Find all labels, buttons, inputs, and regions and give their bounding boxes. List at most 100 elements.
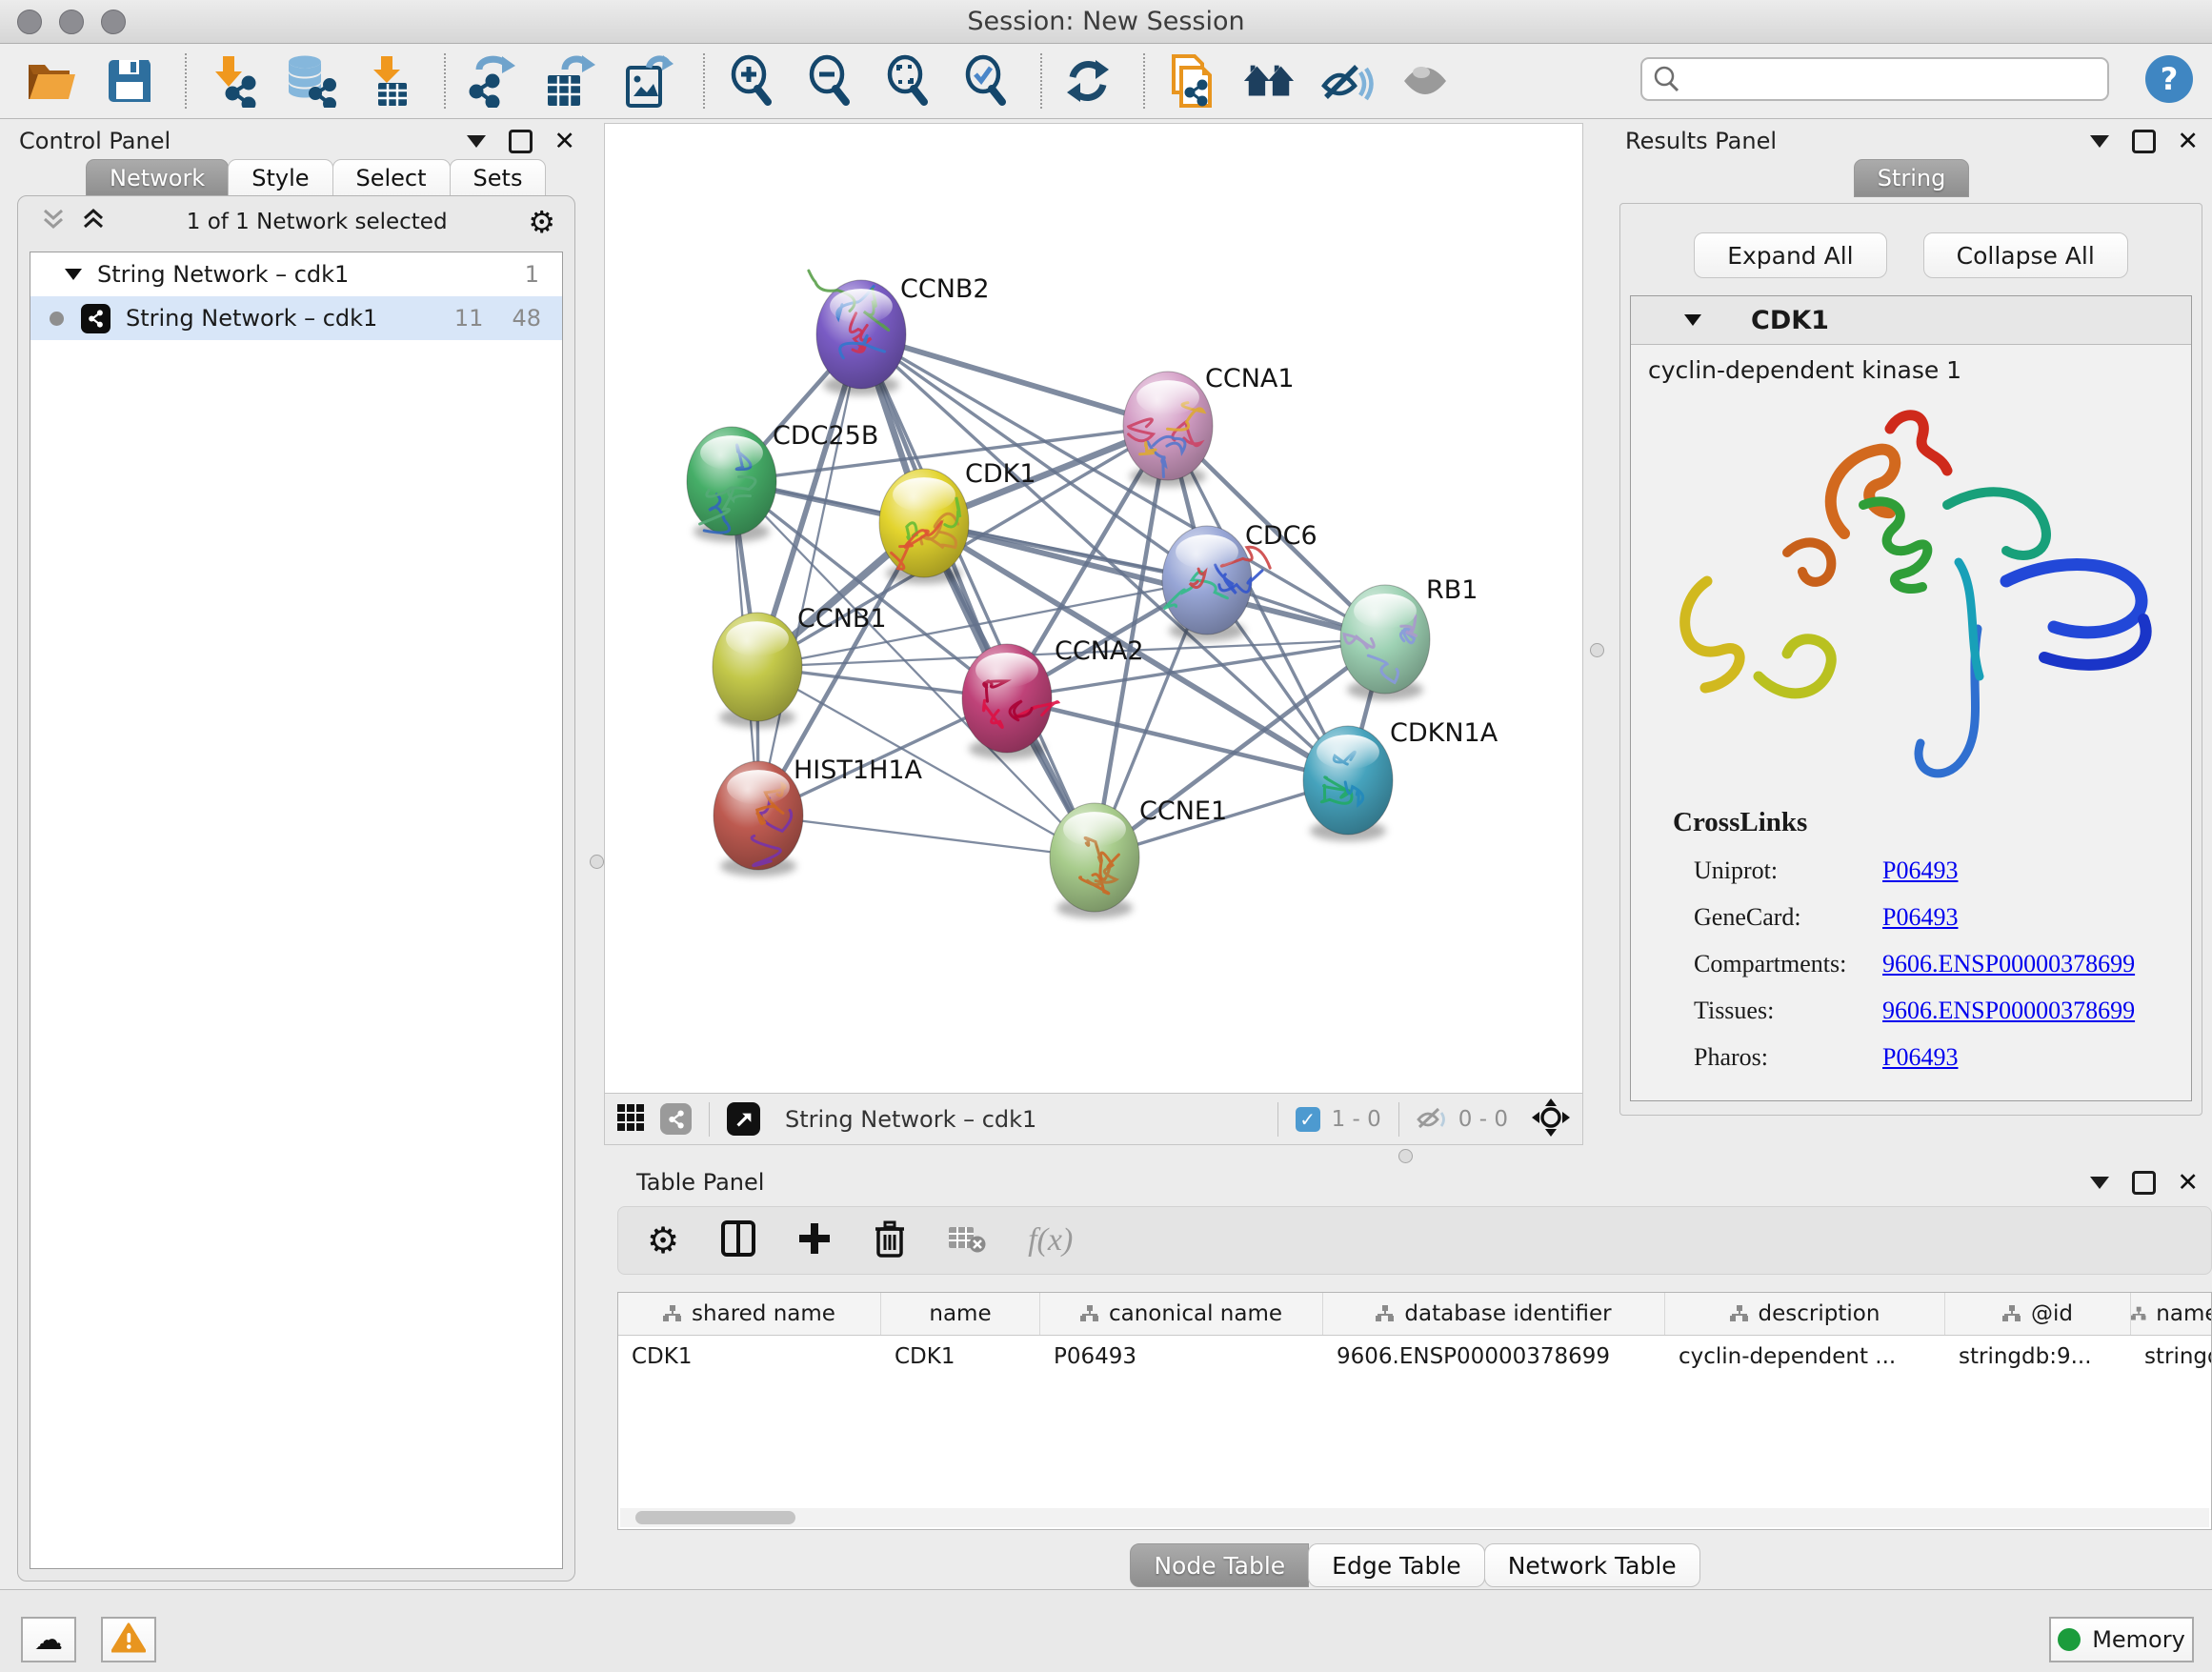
network-node-rb1[interactable]: RB1 — [1340, 575, 1478, 700]
network-node-cdkn1a[interactable]: CDKN1A — [1303, 718, 1498, 841]
column-header[interactable]: canonical name — [1040, 1293, 1323, 1335]
first-neighbors-icon[interactable] — [1242, 54, 1296, 108]
crosslink-genecard-link[interactable]: P06493 — [1882, 903, 1958, 932]
memory-button[interactable]: Memory — [2049, 1617, 2194, 1662]
scrollbar-thumb[interactable] — [635, 1511, 795, 1524]
warning-icon — [111, 1622, 146, 1657]
refresh-view-icon[interactable] — [1061, 54, 1115, 108]
import-network-database-icon[interactable] — [284, 54, 337, 108]
export-table-icon[interactable] — [543, 54, 596, 108]
network-collection-row[interactable]: String Network – cdk1 1 — [30, 252, 562, 296]
warnings-button[interactable] — [101, 1617, 156, 1662]
import-table-file-icon[interactable] — [362, 54, 415, 108]
control-panel-title: Control Panel — [19, 128, 171, 154]
delete-table-icon — [948, 1223, 986, 1258]
show-all-icon[interactable] — [1398, 54, 1452, 108]
network-node-label: CCNA2 — [1055, 636, 1144, 666]
column-header[interactable]: name — [881, 1293, 1040, 1335]
detach-view-icon[interactable] — [727, 1102, 760, 1136]
selected-checkbox-icon[interactable]: ✓ — [1296, 1107, 1320, 1132]
duplicate-network-icon[interactable] — [1164, 54, 1217, 108]
tab-sets[interactable]: Sets — [450, 159, 547, 197]
expand-all-button[interactable]: Expand All — [1694, 232, 1886, 278]
help-button[interactable]: ? — [2145, 55, 2193, 103]
search-input[interactable] — [1640, 57, 2109, 101]
table-options-gear-icon[interactable]: ⚙ — [647, 1222, 679, 1259]
tab-network-table[interactable]: Network Table — [1484, 1543, 1700, 1587]
panel-menu-icon[interactable] — [2090, 135, 2109, 148]
network-node-cdc6[interactable]: CDC6 — [1162, 521, 1317, 641]
birdseye-grid-icon[interactable] — [616, 1103, 645, 1136]
results-panel-title: Results Panel — [1625, 128, 1777, 154]
tab-string[interactable]: String — [1854, 159, 1970, 197]
crosslink-label: Uniprot: — [1631, 856, 1882, 885]
column-header[interactable]: @id — [1945, 1293, 2131, 1335]
network-node-ccnb2[interactable]: CCNB2 — [809, 271, 990, 395]
column-header[interactable]: description — [1665, 1293, 1945, 1335]
network-node-ccnb1[interactable]: CCNB1 — [713, 604, 887, 728]
fit-selected-crosshair-icon[interactable] — [1531, 1098, 1571, 1141]
panel-menu-icon[interactable] — [2090, 1177, 2109, 1189]
network-node-cdc25b[interactable]: CDC25B — [687, 421, 878, 542]
zoom-fit-icon[interactable] — [880, 54, 934, 108]
column-header[interactable]: namespace — [2131, 1293, 2212, 1335]
status-bar: ☁ Memory — [0, 1589, 2212, 1672]
tab-node-table[interactable]: Node Table — [1130, 1543, 1309, 1587]
tab-select[interactable]: Select — [332, 159, 451, 197]
collapse-all-button[interactable]: Collapse All — [1923, 232, 2128, 278]
tab-style[interactable]: Style — [228, 159, 332, 197]
crosslink-pharos-link[interactable]: P06493 — [1882, 1043, 1958, 1072]
tab-edge-table[interactable]: Edge Table — [1308, 1543, 1485, 1587]
tab-network[interactable]: Network — [86, 159, 229, 197]
panel-float-icon[interactable] — [509, 130, 533, 153]
protein-header-row[interactable]: CDK1 — [1631, 296, 2191, 345]
zoom-out-icon[interactable] — [802, 54, 855, 108]
left-splitter-handle[interactable] — [590, 855, 604, 869]
open-session-icon[interactable] — [25, 54, 78, 108]
network-node-cdk1[interactable]: CDK1 — [879, 459, 1036, 584]
delete-column-icon[interactable] — [874, 1219, 906, 1261]
panel-close-icon[interactable]: ✕ — [553, 129, 575, 154]
zoom-selected-icon[interactable] — [958, 54, 1012, 108]
panel-close-icon[interactable]: ✕ — [2177, 129, 2199, 154]
network-row[interactable]: String Network – cdk1 11 48 — [30, 296, 562, 340]
crosslink-tissues-link[interactable]: 9606.ENSP00000378699 — [1882, 997, 2135, 1025]
add-column-icon[interactable] — [797, 1221, 832, 1259]
crosslink-uniprot-link[interactable]: P06493 — [1882, 856, 1958, 885]
show-columns-icon[interactable] — [721, 1220, 755, 1260]
export-network-icon[interactable] — [465, 54, 518, 108]
cloud-status-button[interactable]: ☁ — [21, 1617, 76, 1662]
network-canvas[interactable]: CCNB2CCNA1CDC25BCDK1CDC6RB1CCNB1CCNA2CDK… — [604, 123, 1583, 1094]
network-share-icon — [81, 304, 111, 333]
protein-collapse-icon[interactable] — [1684, 314, 1701, 326]
column-header[interactable]: database identifier — [1323, 1293, 1665, 1335]
import-network-file-icon[interactable] — [206, 54, 259, 108]
network-node-ccne1[interactable]: CCNE1 — [1050, 796, 1227, 918]
crosslink-compartments-link[interactable]: 9606.ENSP00000378699 — [1882, 950, 2135, 978]
network-options-gear-icon[interactable]: ⚙ — [528, 207, 555, 237]
panel-float-icon[interactable] — [2132, 130, 2156, 153]
hidden-node-edge-counts: 0 - 0 — [1458, 1107, 1508, 1132]
panel-menu-icon[interactable] — [467, 135, 486, 148]
toolbar-separator — [709, 1102, 710, 1137]
bottom-splitter-handle[interactable] — [1398, 1149, 1413, 1163]
save-session-icon[interactable] — [103, 54, 156, 108]
expand-all-networks-icon[interactable] — [81, 207, 106, 237]
panel-close-icon[interactable]: ✕ — [2177, 1170, 2199, 1196]
network-edge-count: 48 — [512, 305, 541, 332]
network-node-count: 11 — [454, 305, 484, 332]
network-view-title: String Network – cdk1 — [785, 1106, 1036, 1133]
collection-expand-icon[interactable] — [65, 269, 82, 280]
results-panel: Results Panel ✕ String Expand All Collap… — [1610, 123, 2212, 1118]
table-row[interactable]: CDK1 CDK1 P06493 9606.ENSP00000378699 cy… — [618, 1336, 2211, 1378]
collection-count: 1 — [525, 261, 539, 288]
export-image-icon[interactable] — [621, 54, 674, 108]
collapse-all-networks-icon[interactable] — [41, 207, 66, 237]
column-header[interactable]: shared name — [618, 1293, 881, 1335]
right-splitter-handle[interactable] — [1590, 643, 1604, 657]
panel-float-icon[interactable] — [2132, 1171, 2156, 1195]
zoom-in-icon[interactable] — [724, 54, 777, 108]
table-horizontal-scrollbar[interactable] — [620, 1508, 2209, 1527]
network-node-hist1h1a[interactable]: HIST1H1A — [714, 755, 923, 876]
hide-selected-icon[interactable] — [1320, 54, 1374, 108]
